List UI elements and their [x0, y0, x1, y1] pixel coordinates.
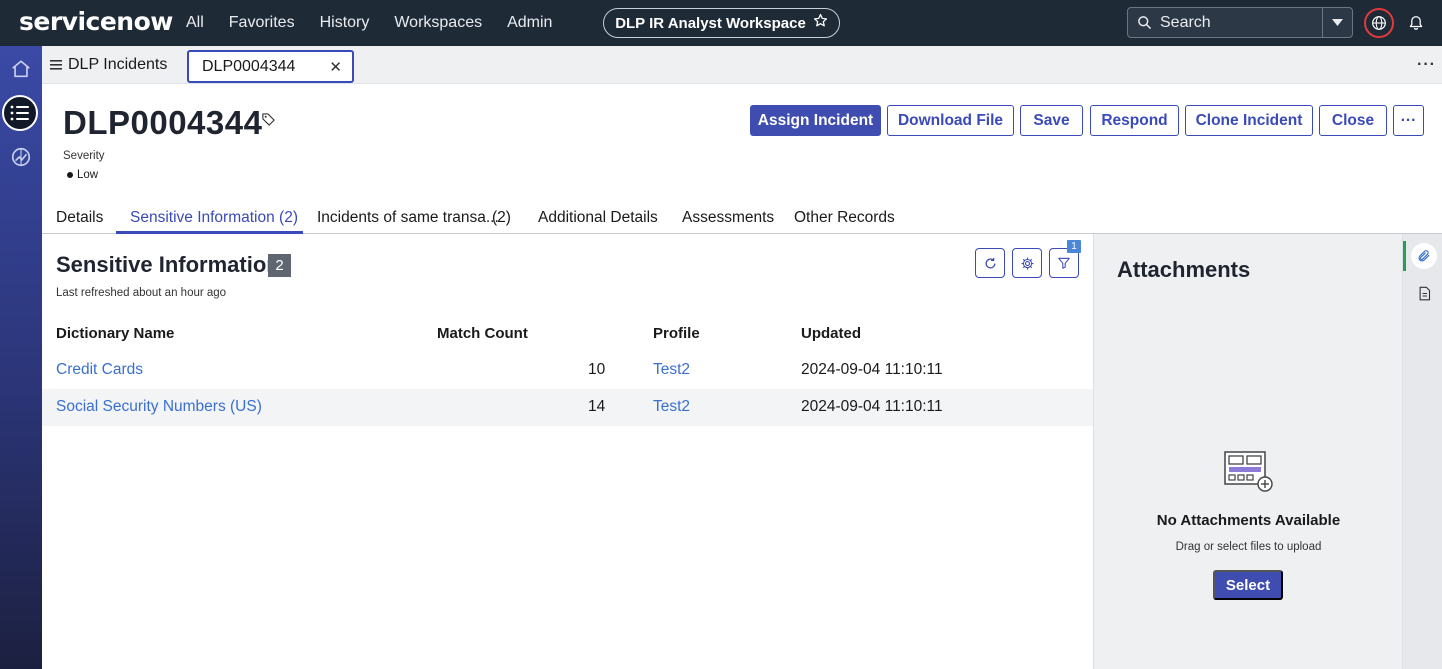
severity-text: Low: [77, 169, 99, 181]
attachments-panel: Attachments No Attachments Available Dra…: [1093, 234, 1402, 669]
menu-icon: [50, 60, 62, 70]
nav-admin[interactable]: Admin: [507, 14, 552, 32]
severity-value: Low: [67, 169, 98, 181]
paperclip-icon[interactable]: [1411, 243, 1437, 269]
save-button[interactable]: Save: [1020, 105, 1083, 136]
workspace-pill[interactable]: DLP IR Analyst Workspace: [603, 8, 840, 38]
last-refreshed-text: Last refreshed about an hour ago: [56, 287, 227, 299]
search-icon: [1128, 15, 1160, 30]
match-count-cell: 10: [588, 361, 606, 378]
active-tab-indicator: [116, 231, 303, 234]
tab-assessments[interactable]: Assessments: [682, 209, 774, 227]
profile-link[interactable]: Test2: [653, 361, 690, 379]
search-input[interactable]: Search: [1160, 14, 1322, 32]
table-row[interactable]: Credit Cards 10 Test2 2024-09-04 11:10:1…: [42, 352, 1093, 389]
close-button[interactable]: Close: [1319, 105, 1387, 136]
severity-dot: [67, 172, 73, 178]
top-navigation: servicenow All Favorites History Workspa…: [0, 0, 1442, 46]
nav-history[interactable]: History: [320, 14, 370, 32]
match-count-cell: 14: [588, 398, 606, 415]
tab-more-button[interactable]: ···: [1417, 56, 1436, 74]
workspace-tab-bar: DLP Incidents DLP0004344 ✕ ···: [42, 46, 1442, 84]
tag-icon[interactable]: [261, 112, 276, 132]
close-icon[interactable]: ✕: [329, 58, 342, 76]
section-title: Sensitive Information: [56, 252, 280, 277]
filter-count-badge: 1: [1067, 240, 1081, 253]
tab-details[interactable]: Details: [56, 209, 103, 227]
tab-sensitive-information[interactable]: Sensitive Information (2): [130, 209, 298, 227]
column-header-match-count[interactable]: Match Count: [437, 325, 528, 342]
no-attachments-title: No Attachments Available: [1156, 512, 1341, 529]
respond-button[interactable]: Respond: [1090, 105, 1179, 136]
attachments-title: Attachments: [1117, 257, 1251, 282]
app-rail: [0, 46, 42, 669]
list-icon[interactable]: [2, 95, 38, 131]
tab-label: DLP0004344: [202, 57, 296, 75]
empty-attachments-illustration-icon: [1223, 450, 1275, 499]
profile-link[interactable]: Test2: [653, 398, 690, 416]
tab-other-records[interactable]: Other Records: [794, 209, 895, 227]
tab-dlp-incidents[interactable]: DLP Incidents: [50, 56, 167, 74]
filter-icon: [1058, 257, 1070, 269]
dictionary-name-link[interactable]: Social Security Numbers (US): [56, 398, 262, 416]
contextual-side-rail: [1402, 234, 1442, 669]
tab-label: DLP Incidents: [68, 56, 168, 73]
analytics-icon[interactable]: [0, 146, 42, 168]
tab-additional-details[interactable]: Additional Details: [538, 209, 658, 227]
chevron-down-icon[interactable]: [1322, 8, 1352, 37]
nav-all[interactable]: All: [186, 14, 204, 32]
servicenow-logo[interactable]: servicenow: [19, 7, 173, 36]
record-tabs: Details Sensitive Information (2) Incide…: [42, 200, 1442, 234]
column-header-dictionary-name[interactable]: Dictionary Name: [56, 325, 174, 342]
tab-incidents-same-transaction-count[interactable]: (2): [492, 209, 511, 227]
active-rail-indicator: [1403, 241, 1406, 271]
nav-menu: All Favorites History Workspaces Admin: [186, 0, 577, 46]
nav-workspaces[interactable]: Workspaces: [394, 14, 482, 32]
download-file-button[interactable]: Download File: [887, 105, 1014, 136]
record-count-badge: 2: [268, 254, 291, 277]
record-number: DLP0004344: [63, 104, 263, 141]
home-icon[interactable]: [0, 58, 42, 80]
updated-cell: 2024-09-04 11:10:11: [801, 361, 943, 378]
tab-incidents-same-transaction[interactable]: Incidents of same transa...: [317, 209, 499, 227]
refresh-icon: [985, 257, 995, 268]
table-row[interactable]: Social Security Numbers (US) 14 Test2 20…: [42, 389, 1093, 426]
globe-icon[interactable]: [1364, 8, 1394, 38]
workspace-name: DLP IR Analyst Workspace: [615, 14, 806, 32]
more-actions-button[interactable]: ···: [1393, 105, 1424, 136]
upload-hint-text: Drag or select files to upload: [1175, 541, 1322, 553]
global-search[interactable]: Search: [1127, 7, 1353, 38]
gear-icon: [1021, 257, 1033, 269]
select-files-button[interactable]: Select: [1213, 570, 1283, 600]
refresh-button[interactable]: [975, 248, 1005, 278]
column-header-updated[interactable]: Updated: [801, 325, 861, 342]
settings-button[interactable]: [1012, 248, 1042, 278]
star-icon[interactable]: [813, 13, 828, 33]
dictionary-name-link[interactable]: Credit Cards: [56, 361, 143, 379]
clone-incident-button[interactable]: Clone Incident: [1185, 105, 1313, 136]
nav-favorites[interactable]: Favorites: [229, 14, 295, 32]
assign-incident-button[interactable]: Assign Incident: [750, 105, 881, 136]
bell-icon[interactable]: [1407, 13, 1425, 33]
document-icon[interactable]: [1411, 280, 1437, 306]
tab-record[interactable]: DLP0004344 ✕: [187, 50, 354, 83]
column-header-profile[interactable]: Profile: [653, 325, 700, 342]
severity-label: Severity: [63, 150, 105, 162]
updated-cell: 2024-09-04 11:10:11: [801, 398, 943, 415]
